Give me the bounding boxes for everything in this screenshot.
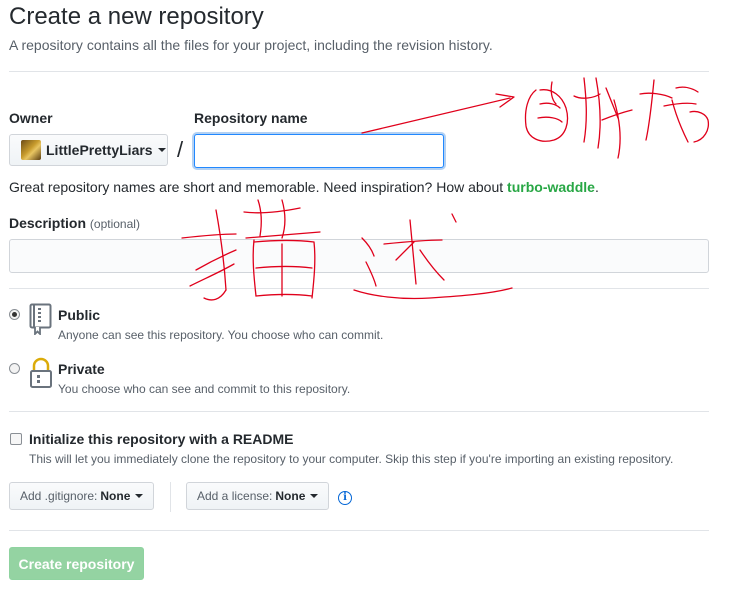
name-suggestion-link[interactable]: turbo-waddle <box>507 179 595 195</box>
create-repository-button[interactable]: Create repository <box>9 547 144 580</box>
init-readme-title: Initialize this repository with a README <box>29 431 294 447</box>
page-subtitle: A repository contains all the files for … <box>9 37 493 53</box>
page-title: Create a new repository <box>9 3 264 30</box>
description-divider <box>9 288 709 289</box>
gitignore-prefix: Add .gitignore: <box>20 489 98 503</box>
gitignore-select-button[interactable]: Add .gitignore: None <box>9 482 155 510</box>
license-select-button[interactable]: Add a license: None <box>186 482 330 510</box>
info-icon[interactable]: i <box>338 491 352 505</box>
public-option-title: Public <box>58 307 101 323</box>
gitignore-value: None <box>100 489 131 503</box>
owner-select-button[interactable]: LittlePrettyLiars <box>9 134 168 166</box>
options-separator <box>170 482 171 512</box>
footer-divider <box>9 530 709 531</box>
public-option-note: Anyone can see this repository. You choo… <box>58 328 384 342</box>
license-prefix: Add a license: <box>197 489 273 503</box>
caret-down-icon <box>157 148 166 152</box>
header-divider <box>9 71 709 72</box>
init-readme-note: This will let you immediately clone the … <box>29 452 674 466</box>
repo-name-label: Repository name <box>194 110 308 126</box>
hint-text: Great repository names are short and mem… <box>9 179 508 195</box>
description-input[interactable] <box>9 239 709 273</box>
optional-tag: (optional) <box>89 217 140 231</box>
description-label-text: Description <box>9 215 87 231</box>
public-radio[interactable] <box>9 309 20 320</box>
description-label: Description (optional) <box>9 215 140 231</box>
owner-avatar <box>21 140 41 160</box>
repo-name-hint: Great repository names are short and mem… <box>9 177 599 197</box>
private-radio[interactable] <box>9 363 20 374</box>
license-value: None <box>275 489 306 503</box>
private-option-title: Private <box>58 361 105 377</box>
private-option-note: You choose who can see and commit to thi… <box>58 382 351 396</box>
visibility-divider <box>9 411 709 412</box>
init-readme-checkbox[interactable] <box>10 433 22 445</box>
handwritten-annotation <box>181 77 710 301</box>
repository-name-input[interactable] <box>194 134 444 168</box>
owner-label: Owner <box>9 110 53 126</box>
repo-book-icon <box>29 303 52 335</box>
owner-repo-separator: / <box>177 137 184 162</box>
lock-icon <box>30 357 52 388</box>
hint-suffix: . <box>594 179 599 195</box>
owner-name: LittlePrettyLiars <box>46 142 153 158</box>
chevron-down-icon <box>310 494 319 498</box>
chevron-down-icon <box>135 494 144 498</box>
